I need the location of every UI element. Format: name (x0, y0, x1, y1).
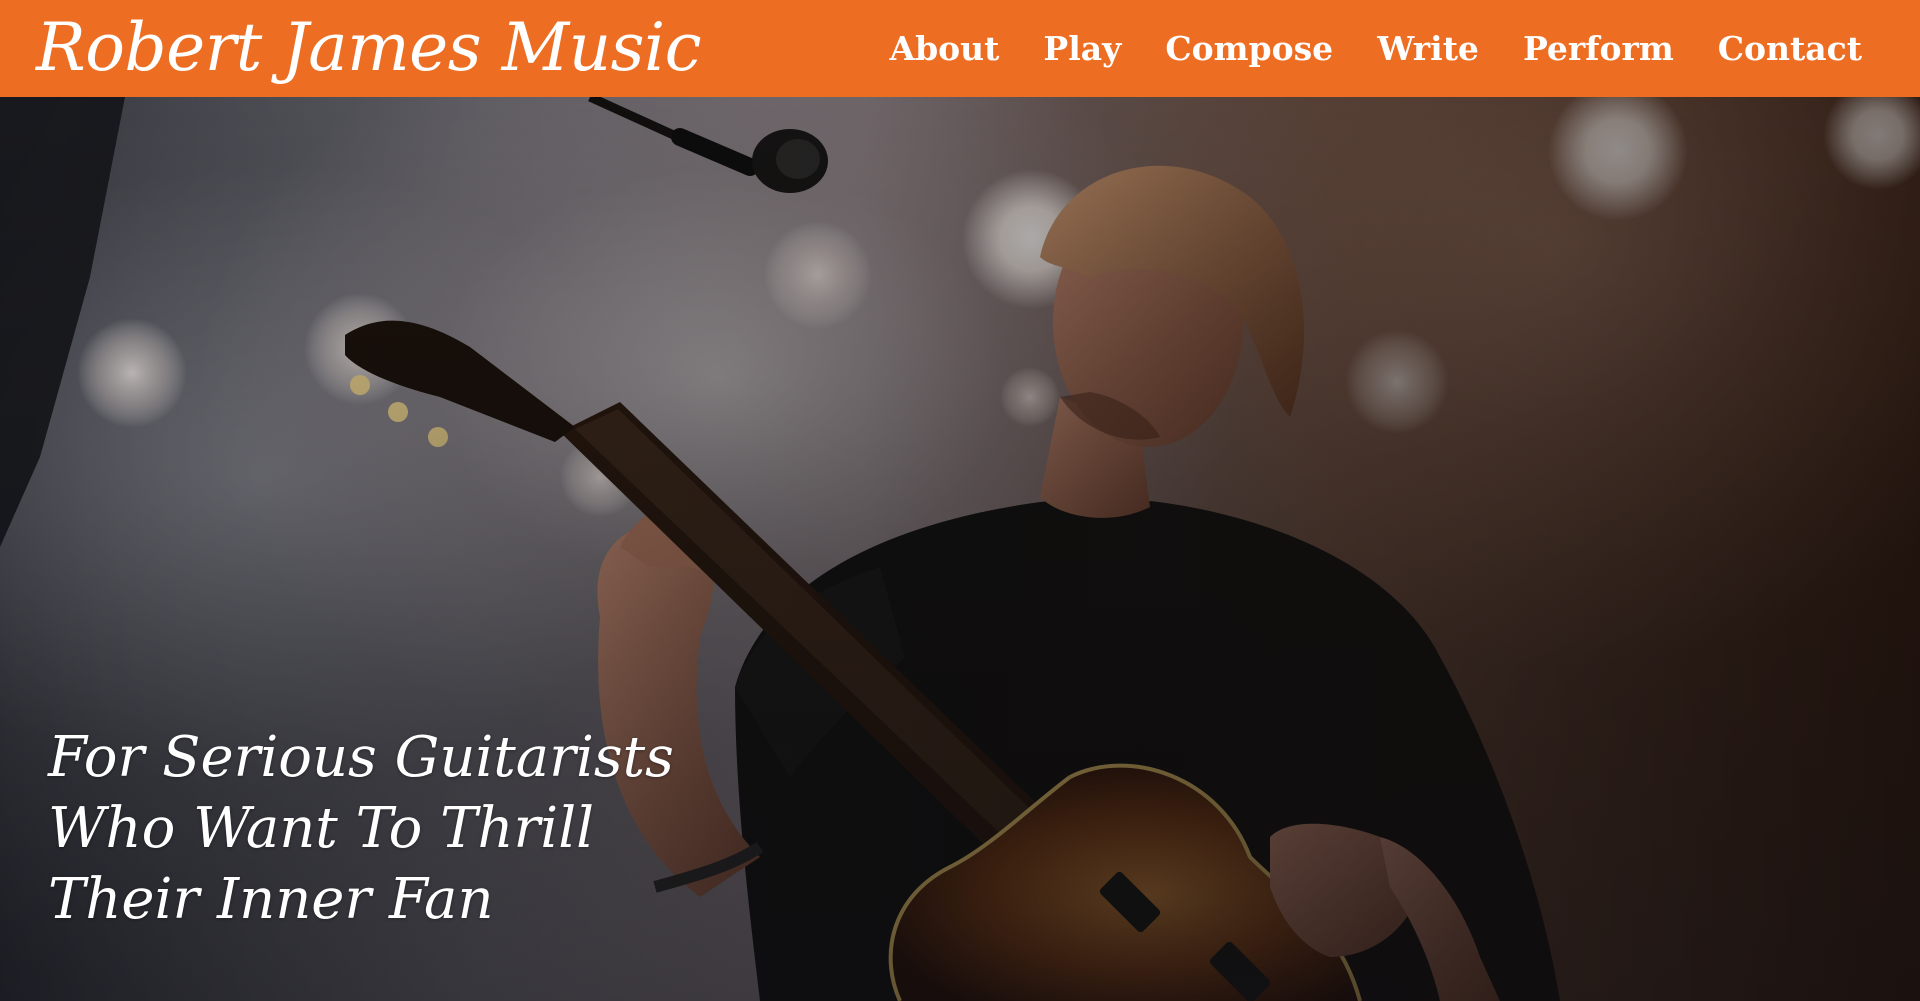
site-header: Robert James Music About Play Compose Wr… (0, 0, 1920, 97)
main-nav: About Play Compose Write Perform Contact (889, 0, 1862, 97)
hero-headline-line-2: Who Want To Thrill (48, 796, 595, 861)
hero-headline: For Serious Guitarists Who Want To Thril… (48, 722, 674, 935)
hero-section: For Serious Guitarists Who Want To Thril… (0, 97, 1920, 1001)
nav-contact-link[interactable]: Contact (1718, 29, 1862, 68)
nav-play-link[interactable]: Play (1043, 29, 1121, 68)
nav-write-link[interactable]: Write (1377, 29, 1479, 68)
brand-logo-link[interactable]: Robert James Music (36, 8, 702, 88)
nav-compose-link[interactable]: Compose (1165, 29, 1333, 68)
nav-about-link[interactable]: About (889, 29, 999, 68)
hero-headline-line-1: For Serious Guitarists (48, 725, 674, 790)
hero-headline-line-3: Their Inner Fan (48, 867, 494, 932)
nav-perform-link[interactable]: Perform (1523, 29, 1674, 68)
